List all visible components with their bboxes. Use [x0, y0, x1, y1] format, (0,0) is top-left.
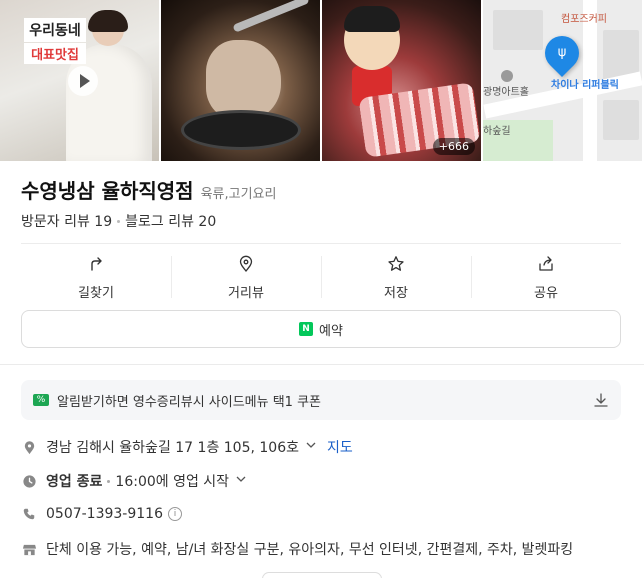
directions-label: 길찾기 — [78, 286, 114, 301]
photo-grill[interactable] — [161, 0, 320, 161]
address-text: 경남 김해시 율하숲길 17 1층 105, 106호 — [46, 440, 299, 456]
more-info-button[interactable] — [262, 572, 382, 578]
coupon-banner[interactable]: % 알림받기하면 영수증리뷰시 사이드메뉴 택1 쿠폰 — [21, 380, 621, 420]
place-name: 수영냉삼 율하직영점 — [21, 179, 194, 203]
chevron-down-icon[interactable] — [235, 473, 247, 489]
hours-text: 16:00에 영업 시작 — [115, 474, 230, 490]
save-label: 저장 — [384, 286, 408, 301]
map-label: 광명아트홀 — [483, 87, 529, 98]
map-building — [493, 10, 543, 50]
store-icon — [21, 541, 37, 557]
share-label: 공유 — [534, 286, 558, 301]
reserve-button[interactable]: N 예약 — [21, 310, 621, 348]
phone-icon — [21, 506, 37, 522]
phone-number[interactable]: 0507-1393-9116 — [46, 506, 163, 522]
coupon-text: 알림받기하면 영수증리뷰시 사이드메뉴 택1 쿠폰 — [57, 394, 322, 410]
play-icon[interactable] — [68, 66, 98, 96]
photo-video-thumb[interactable]: 우리동네 대표맛집 — [0, 0, 159, 161]
hours-row[interactable]: 영업 종료 16:00에 영업 시작 — [21, 471, 247, 491]
title-row: 수영냉삼 율하직영점 육류,고기요리 — [21, 175, 276, 204]
naver-icon: N — [299, 322, 314, 336]
photo-platter[interactable]: +666 — [322, 0, 481, 161]
map-thumbnail[interactable]: 컴포즈커피 광명아트홀 하숲길 ψ 차이나 리퍼블릭 — [483, 0, 642, 161]
figure-hair — [344, 6, 400, 32]
info-icon[interactable]: i — [168, 507, 182, 521]
more-photos-badge[interactable]: +666 — [432, 138, 475, 155]
reserve-label: 예약 — [319, 323, 343, 339]
separator-dot — [107, 479, 111, 483]
map-pin-label: 차이나 리퍼블릭 — [551, 80, 619, 91]
address-row: 경남 김해시 율하숲길 17 1층 105, 106호 지도 — [21, 437, 353, 457]
street-view-button[interactable]: 거리뷰 — [171, 252, 321, 302]
download-icon[interactable] — [593, 392, 609, 408]
map-link[interactable]: 지도 — [327, 437, 353, 457]
directions-icon — [91, 257, 102, 271]
restaurant-icon: ψ — [557, 45, 567, 60]
photo-strip: 우리동네 대표맛집 +666 컴포즈커피 광명아트홀 하숲길 ψ 차이나 리퍼블… — [0, 0, 644, 161]
tongs-shape — [232, 0, 310, 33]
action-bar: 길찾기 거리뷰 저장 공유 — [21, 252, 621, 302]
video-tag: 우리동네 대표맛집 — [24, 18, 86, 64]
divider — [21, 243, 621, 244]
clock-icon — [21, 473, 37, 489]
star-icon — [388, 256, 404, 271]
save-button[interactable]: 저장 — [321, 252, 471, 302]
map-building — [603, 100, 639, 140]
review-row: 방문자 리뷰 19 블로그 리뷰 20 — [21, 211, 216, 231]
tag-line1: 우리동네 — [24, 18, 86, 42]
tag-line2: 대표맛집 — [24, 43, 86, 64]
share-icon — [539, 256, 553, 271]
open-status: 영업 종료 — [46, 474, 103, 490]
blog-reviews-link[interactable]: 블로그 리뷰 20 — [125, 211, 216, 231]
place-panel: 우리동네 대표맛집 +666 컴포즈커피 광명아트홀 하숲길 ψ 차이나 리퍼블… — [0, 0, 644, 578]
pan-shape — [181, 110, 301, 150]
meat-shape — [206, 40, 281, 120]
chevron-down-icon[interactable] — [305, 439, 317, 455]
map-label: 하숲길 — [483, 126, 511, 137]
section-divider — [0, 364, 644, 365]
paw-icon — [501, 70, 513, 82]
amenities-row: 단체 이용 가능, 예약, 남/녀 화장실 구분, 유아의자, 무선 인터넷, … — [21, 539, 573, 559]
street-view-icon — [239, 255, 253, 273]
separator-dot — [117, 219, 121, 223]
location-icon — [21, 439, 37, 455]
coupon-icon: % — [33, 394, 49, 406]
share-button[interactable]: 공유 — [471, 252, 621, 302]
amenities-text: 단체 이용 가능, 예약, 남/녀 화장실 구분, 유아의자, 무선 인터넷, … — [46, 542, 574, 558]
map-label: 컴포즈커피 — [561, 14, 607, 25]
phone-row: 0507-1393-9116 i — [21, 506, 182, 522]
street-view-label: 거리뷰 — [228, 286, 264, 301]
directions-button[interactable]: 길찾기 — [21, 252, 171, 302]
visitor-reviews-link[interactable]: 방문자 리뷰 19 — [21, 211, 112, 231]
place-category: 육류,고기요리 — [200, 187, 277, 202]
